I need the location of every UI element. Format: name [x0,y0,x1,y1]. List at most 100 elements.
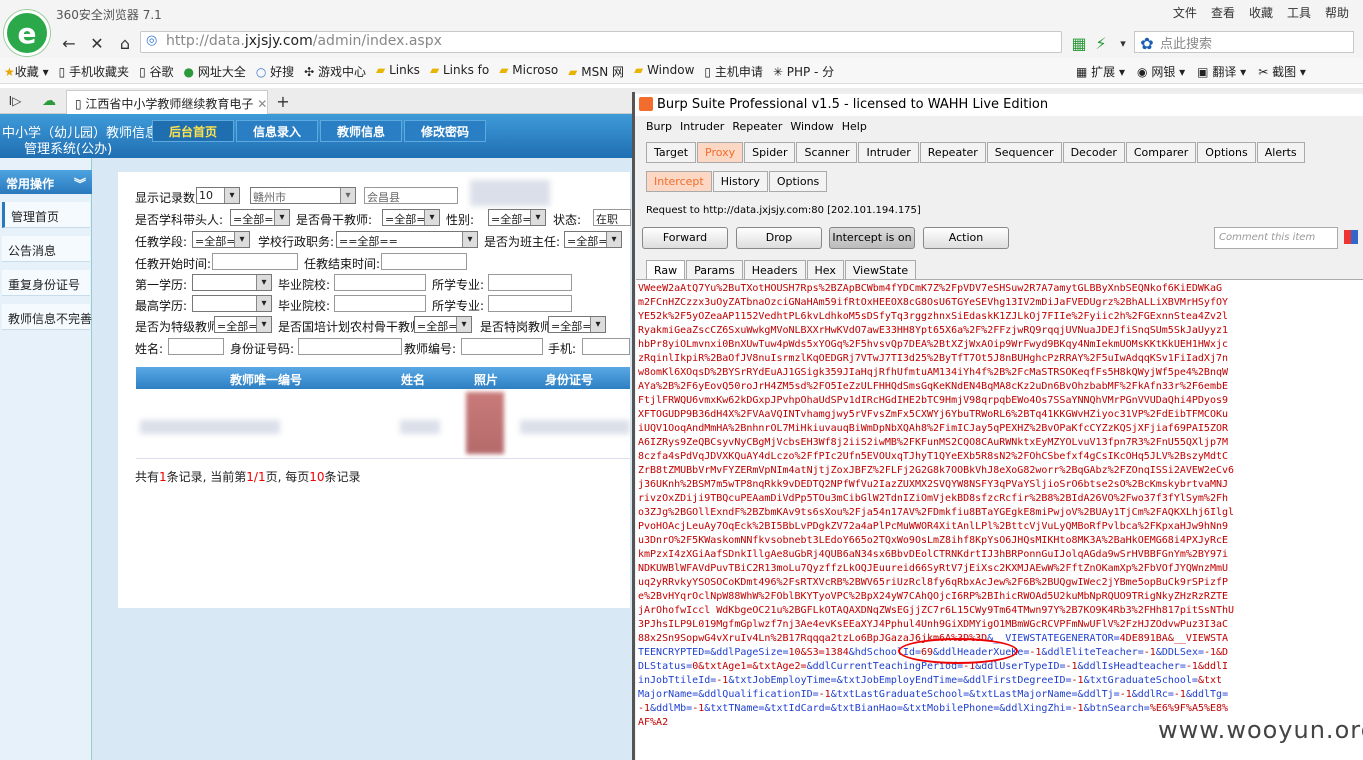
nav-home[interactable]: 后台首页 [152,120,234,142]
bookmark-folder[interactable]: ▰ Window [634,63,694,80]
burp-menu-repeater[interactable]: Repeater [732,120,782,133]
view-tab-params[interactable]: Params [686,260,743,281]
last-grad-school-input[interactable] [334,295,426,312]
major-input[interactable] [488,274,572,291]
burp-menu-window[interactable]: Window [790,120,833,133]
last-major-input[interactable] [488,295,572,312]
home-icon[interactable]: ⌂ [114,32,136,54]
bookmark-item[interactable]: ▯ 手机收藏夹 [59,63,129,80]
page-size-select[interactable]: 10 [196,187,240,204]
bookmark-folder[interactable]: ▰ Microso [499,63,558,80]
cloud-icon[interactable]: ☁ [38,90,60,112]
forward-button[interactable]: Forward [642,227,728,249]
bookmark-folder[interactable]: ▰ MSN 网 [568,63,624,80]
extensions-button[interactable]: ▦ 扩展 ▾ [1076,63,1125,80]
id-card-input[interactable] [298,338,402,355]
subtab-intercept[interactable]: Intercept [646,171,712,192]
city-select[interactable]: 赣州市 [250,187,356,204]
action-button[interactable]: Action [923,227,1009,249]
admin-duty-select[interactable]: ==全部== [336,231,478,248]
view-tab-raw[interactable]: Raw [646,260,686,281]
screenshot-button[interactable]: ✂ 截图 ▾ [1258,63,1306,80]
tab-intruder[interactable]: Intruder [858,142,919,163]
national-training-select[interactable]: =全部= [414,316,472,333]
tab-sequencer[interactable]: Sequencer [986,142,1062,163]
nav-info-entry[interactable]: 信息录入 [236,120,318,142]
browser-tab[interactable]: ▯ 江西省中小学教师继续教育电子 ✕ [66,90,268,114]
subject-leader-select[interactable]: =全部= [230,209,290,226]
sidebar-toggle-icon[interactable]: I▷ [4,90,26,112]
sidebar-item-duplicate-id[interactable]: 重复身份证号 [2,270,90,296]
translate-button[interactable]: ▣ 翻译 ▾ [1197,63,1246,80]
end-time-input[interactable] [381,253,467,270]
first-degree-select[interactable] [192,274,272,291]
color-highlight-icon[interactable] [1344,230,1358,244]
burp-menu-help[interactable]: Help [842,120,867,133]
tab-spider[interactable]: Spider [744,142,796,163]
tab-decoder[interactable]: Decoder [1062,142,1125,163]
tab-alerts[interactable]: Alerts [1256,142,1305,163]
tab-target[interactable]: Target [646,142,697,163]
bookmark-item[interactable]: ✳ PHP - 分 [773,63,834,80]
nav-change-password[interactable]: 修改密码 [404,120,486,142]
tab-proxy[interactable]: Proxy [697,142,744,163]
bookmark-item[interactable]: ★收藏 ▾ [4,63,49,80]
top-degree-select[interactable] [192,295,272,312]
burp-menu-burp[interactable]: Burp [646,120,672,133]
teacher-no-input[interactable] [461,338,543,355]
bookmark-item[interactable]: ✣ 游戏中心 [304,63,366,80]
nav-teacher-info[interactable]: 教师信息 [320,120,402,142]
back-arrow-icon[interactable]: ← [58,32,80,54]
menu-tools[interactable]: 工具 [1287,4,1311,21]
new-tab-icon[interactable]: + [272,90,294,112]
menu-help[interactable]: 帮助 [1325,4,1349,21]
start-time-input[interactable] [212,253,298,270]
subtab-options[interactable]: Options [768,171,828,192]
qr-icon[interactable]: ▦ [1068,32,1090,54]
tab-comparer[interactable]: Comparer [1125,142,1197,163]
menu-favorites[interactable]: 收藏 [1249,4,1273,21]
sidebar-item-incomplete-info[interactable]: 教师信息不完善 [2,304,92,330]
section-select[interactable]: =全部= [192,231,250,248]
tab-repeater[interactable]: Repeater [919,142,986,163]
bookmark-folder[interactable]: ▰ Links fo [430,63,489,80]
view-tab-hex[interactable]: Hex [806,260,844,281]
intercept-toggle-button[interactable]: Intercept is on [829,227,915,249]
raw-request-editor[interactable]: VWeeW2aAtQ7Yu%2BuTXotHOUSH7Rps%2BZApBCWb… [636,279,1363,760]
tab-close-icon[interactable]: ✕ [257,97,267,111]
gender-select[interactable]: =全部= [488,209,546,226]
view-tab-headers[interactable]: Headers [743,260,806,281]
lightning-icon[interactable]: ⚡ [1090,32,1112,54]
backbone-select[interactable]: =全部= [382,209,440,226]
bank-button[interactable]: ◉ 网银 ▾ [1137,63,1185,80]
special-teacher-select[interactable]: =全部= [214,316,272,333]
phone-input[interactable] [582,338,630,355]
menu-file[interactable]: 文件 [1173,4,1197,21]
head-teacher-select[interactable]: =全部= [564,231,622,248]
view-tab-viewstate[interactable]: ViewState [844,260,917,281]
menu-view[interactable]: 查看 [1211,4,1235,21]
bookmark-item[interactable]: ○ 好搜 [256,63,294,80]
status-select[interactable]: 在职 [593,209,631,226]
county-select[interactable]: 会昌县 [364,187,458,204]
name-input[interactable] [168,338,224,355]
sidebar-item-manage-home[interactable]: 管理首页 [2,202,90,228]
close-icon[interactable]: ✕ [86,32,108,54]
burp-menu-intruder[interactable]: Intruder [680,120,724,133]
bookmark-folder[interactable]: ▰ Links [376,63,420,80]
bookmark-item[interactable]: ▯ 谷歌 [139,63,173,80]
bookmark-item[interactable]: ● 网址大全 [184,63,246,80]
tab-options[interactable]: Options [1197,142,1256,163]
subtab-history[interactable]: History [712,171,768,192]
site-nav: 后台首页 信息录入 教师信息 修改密码 [152,120,488,142]
grad-school-input[interactable] [334,274,426,291]
special-post-select[interactable]: =全部= [548,316,606,333]
bookmark-item[interactable]: ▯ 主机申请 [704,63,762,80]
tab-scanner[interactable]: Scanner [796,142,858,163]
chevron-down-icon[interactable]: ︾ [74,175,86,192]
chevron-down-icon[interactable]: ▾ [1112,32,1134,54]
address-url[interactable]: http://data.jxjsjy.com/admin/index.aspx [166,33,442,49]
drop-button[interactable]: Drop [736,227,822,249]
comment-input[interactable]: Comment this item [1214,227,1338,249]
sidebar-item-announcements[interactable]: 公告消息 [2,236,90,262]
